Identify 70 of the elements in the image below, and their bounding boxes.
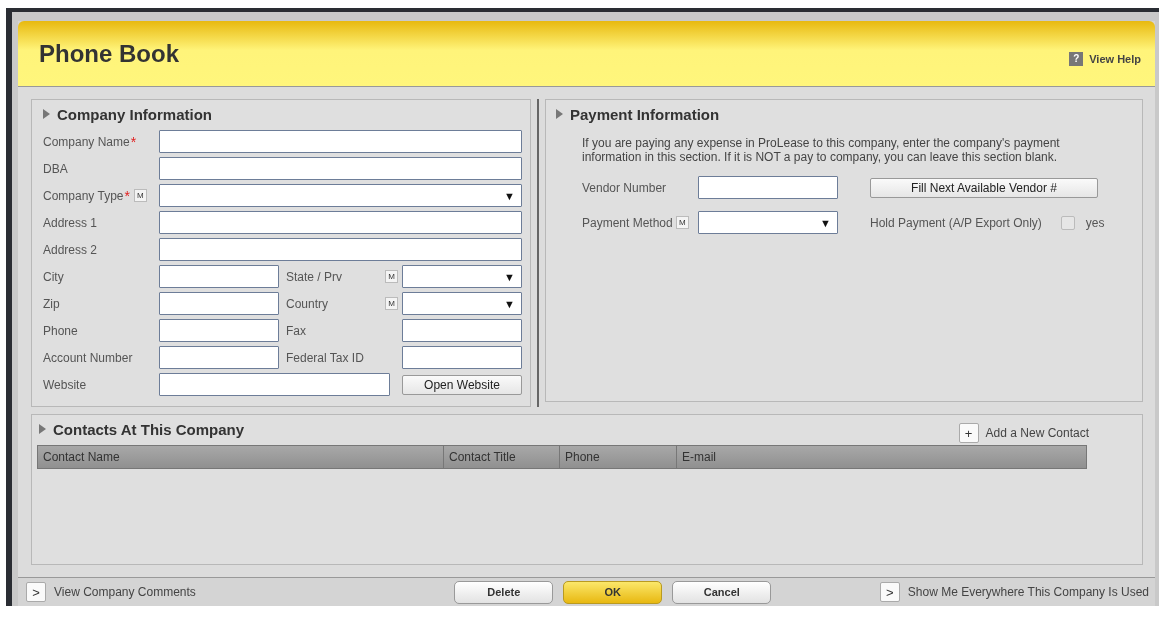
fill-vendor-button[interactable]: Fill Next Available Vendor # — [870, 177, 1098, 198]
dropdown[interactable]: ▼ — [402, 265, 522, 288]
dropdown-arrow-icon: ▼ — [504, 189, 515, 202]
field-label: Country — [286, 296, 329, 311]
input-field[interactable] — [159, 292, 279, 315]
field-label: DBA — [43, 161, 68, 176]
dropdown-arrow-icon: ▼ — [504, 297, 515, 310]
multi-button[interactable]: M — [133, 189, 147, 202]
open-website-button[interactable]: Open Website — [402, 374, 522, 395]
help-icon[interactable]: ? — [1069, 51, 1084, 66]
dropdown[interactable]: ▼ — [698, 211, 838, 234]
section-title: Payment Information — [570, 105, 720, 123]
show-usage-link[interactable]: Show Me Everywhere This Company Is Used — [907, 585, 1149, 599]
section-title: Company Information — [57, 105, 212, 123]
field-label: Hold Payment (A/P Export Only) — [870, 215, 1042, 230]
multi-button[interactable]: M — [385, 270, 398, 283]
field-label: Fax — [286, 323, 306, 338]
input-field[interactable] — [159, 346, 279, 369]
checkbox-label: yes — [1085, 215, 1105, 230]
column-header[interactable]: E-mail — [677, 446, 1086, 468]
field-label: Phone — [43, 323, 78, 338]
checkbox[interactable] — [1060, 215, 1075, 230]
column-header[interactable]: Contact Title — [444, 446, 560, 468]
view-help-link[interactable]: View Help — [1089, 52, 1141, 65]
field-label: Company Type — [43, 188, 124, 203]
field-label: Federal Tax ID — [286, 350, 364, 365]
input-field[interactable] — [159, 265, 279, 288]
expand-icon[interactable] — [556, 109, 563, 119]
input-field[interactable] — [159, 238, 522, 261]
window-title: Phone Book — [39, 39, 179, 68]
multi-button[interactable]: M — [675, 216, 689, 229]
dropdown[interactable]: ▼ — [159, 184, 522, 207]
field-label: City — [43, 269, 64, 284]
dropdown[interactable]: ▼ — [402, 292, 522, 315]
input-field[interactable] — [159, 157, 522, 180]
required-mark: * — [124, 187, 130, 204]
expand-button[interactable]: > — [26, 582, 46, 602]
field-label: State / Prv — [286, 269, 343, 284]
view-comments-link[interactable]: View Company Comments — [54, 585, 196, 599]
multi-button[interactable]: M — [385, 297, 398, 310]
expand-icon[interactable] — [43, 109, 50, 119]
input-field[interactable] — [402, 319, 522, 342]
input-field[interactable] — [159, 319, 279, 342]
field-label: Website — [43, 377, 87, 392]
field-label: Payment Method — [582, 215, 673, 230]
add-button[interactable]: + — [958, 423, 979, 443]
section-title: Contacts At This Company — [53, 420, 245, 438]
expand-icon[interactable] — [39, 424, 46, 434]
field-label: Vendor Number — [582, 180, 668, 195]
field-label: Zip — [43, 296, 60, 311]
dropdown-arrow-icon: ▼ — [504, 270, 515, 283]
footer-button[interactable]: Delete — [454, 580, 554, 604]
input-field[interactable] — [159, 130, 522, 153]
footer-button[interactable]: Cancel — [672, 580, 772, 604]
add-contact-link[interactable]: Add a New Contact — [985, 426, 1089, 440]
payment-description: If you are paying any expense in ProLease to this company, enter the company's payment information in this section. If it is NOT a pay to company, you can leave this section blank. — [582, 136, 1061, 164]
field-label: Address 2 — [43, 242, 98, 257]
footer-button[interactable]: OK — [563, 580, 663, 604]
column-header[interactable]: Phone — [560, 446, 677, 468]
field-label: Address 1 — [43, 215, 98, 230]
input-field[interactable] — [698, 176, 838, 199]
dropdown-arrow-icon: ▼ — [820, 216, 831, 229]
expand-button[interactable]: > — [879, 582, 900, 602]
field-label: Account Number — [43, 350, 133, 365]
field-label: Company Name — [43, 134, 130, 149]
column-header[interactable]: Contact Name — [38, 446, 444, 468]
required-mark: * — [130, 133, 137, 150]
input-field[interactable] — [159, 373, 390, 396]
input-field[interactable] — [402, 346, 522, 369]
input-field[interactable] — [159, 211, 522, 234]
